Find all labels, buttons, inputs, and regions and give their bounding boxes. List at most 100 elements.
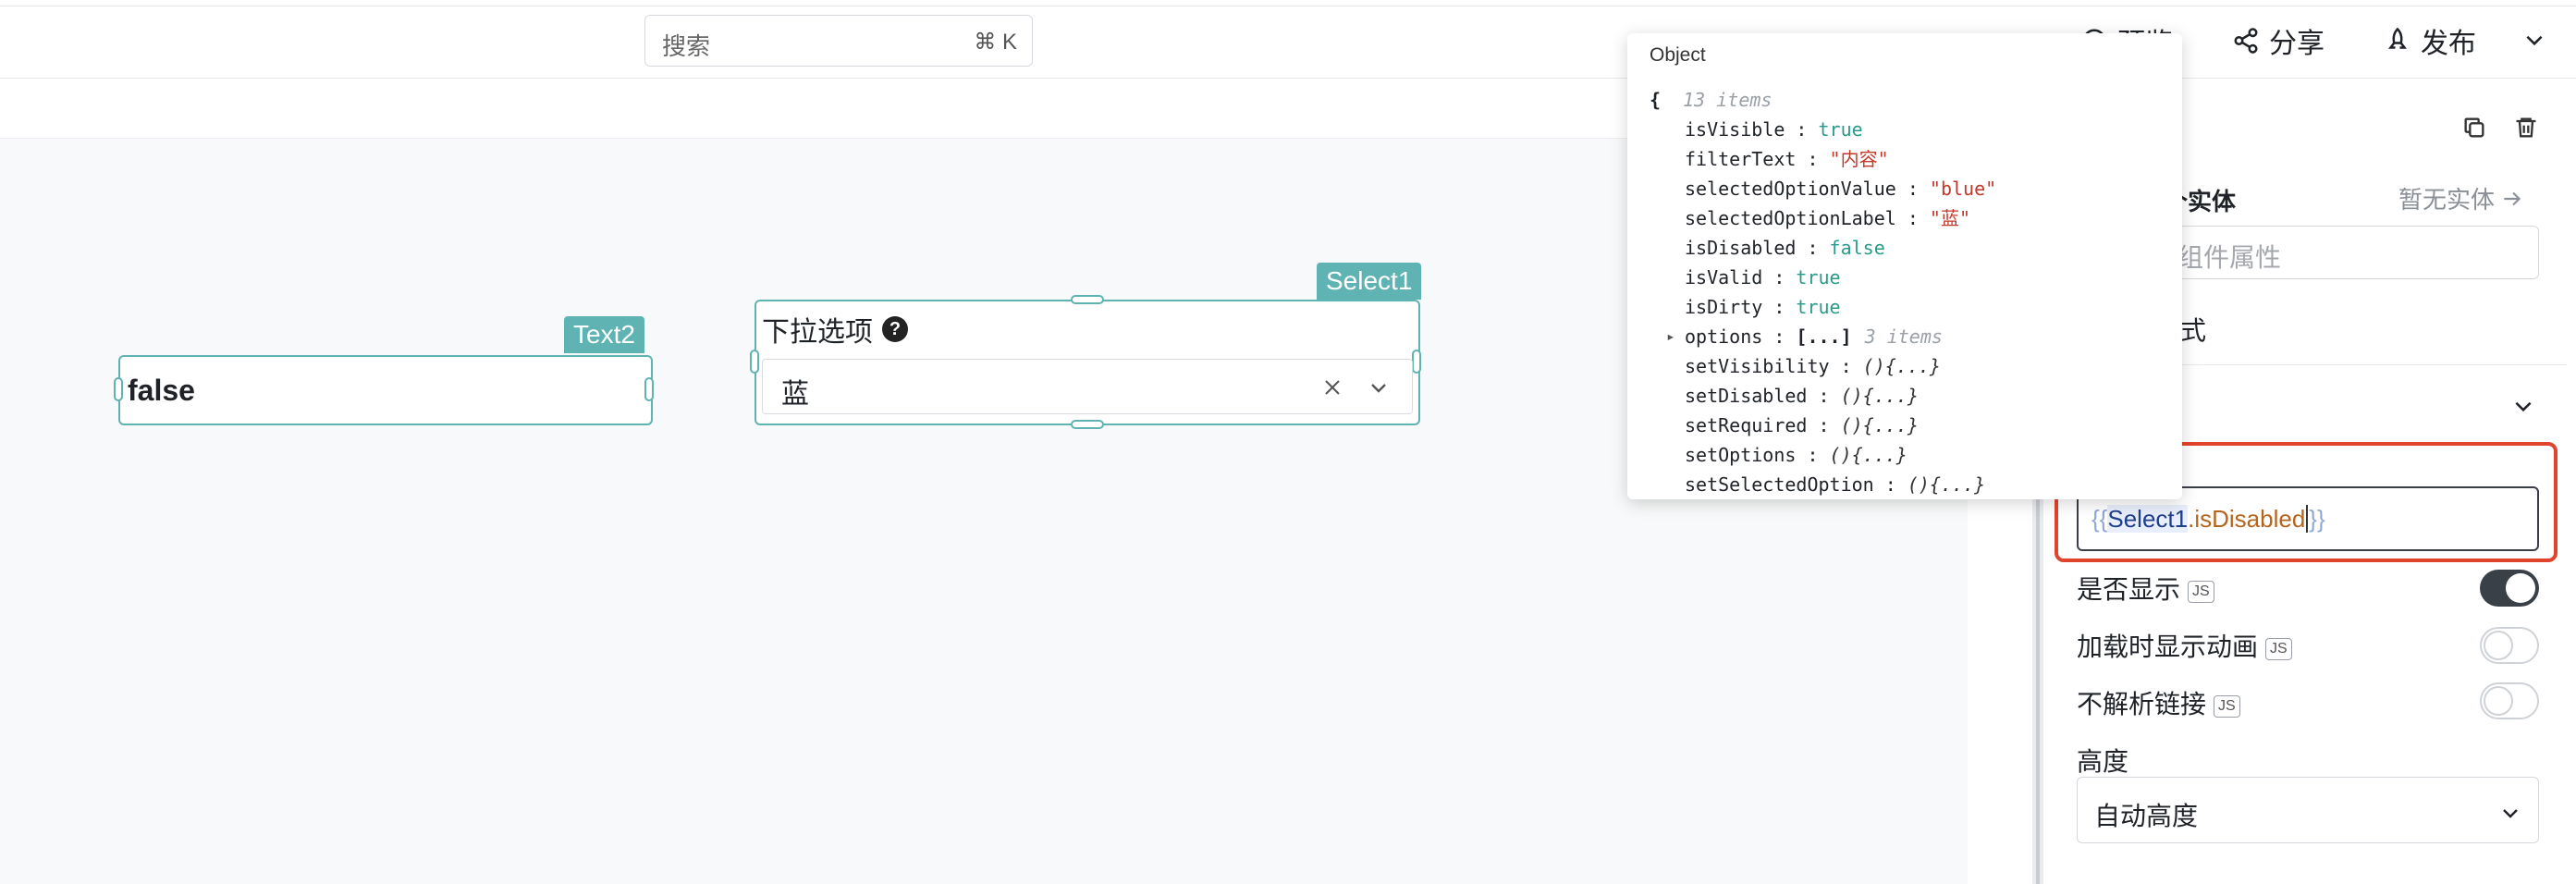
help-icon[interactable]: ?	[882, 316, 908, 342]
text-cursor	[2306, 505, 2309, 533]
row-separator: :	[1762, 266, 1797, 289]
resize-handle-bottom[interactable]	[1071, 420, 1104, 429]
toggle-label: 加载时显示动画	[2077, 632, 2259, 661]
select-label-text: 下拉选项	[762, 317, 873, 348]
resize-handle-left[interactable]	[114, 377, 123, 401]
toggle-label: 是否显示	[2077, 575, 2181, 604]
row-key: isVisible	[1685, 118, 1785, 141]
publish-dropdown-icon[interactable]	[2522, 28, 2546, 56]
object-header: { 13 items	[1650, 85, 2182, 115]
row-separator: :	[1796, 148, 1830, 170]
copy-icon[interactable]	[2461, 115, 2487, 145]
resize-handle-top[interactable]	[1071, 295, 1104, 304]
row-key: isValid	[1685, 266, 1763, 289]
row-key: setRequired	[1685, 414, 1808, 436]
collapse-chevron-icon[interactable]	[2511, 394, 2535, 423]
object-tree: { 13 items isVisible : true filterText : …	[1650, 85, 2182, 499]
search-shortcut: ⌘ K	[974, 30, 1017, 55]
row-value: (){...}	[1862, 355, 1941, 377]
object-inspector-popover: Object { 13 items isVisible : true filter…	[1627, 33, 2182, 499]
row-value: false	[1829, 237, 1885, 259]
select-dropdown[interactable]: 蓝	[762, 359, 1413, 414]
resize-handle-left[interactable]	[750, 350, 759, 374]
row-key: selectedOptionLabel	[1685, 207, 1896, 229]
object-row: setDisabled : (){...}	[1650, 381, 2182, 411]
chevron-down-icon[interactable]	[1368, 376, 1390, 399]
row-key: options	[1685, 325, 1763, 348]
share-label: 分享	[2269, 29, 2325, 59]
toggle-knob	[2484, 631, 2513, 660]
close-braces: }}	[2309, 505, 2325, 533]
attribute-placeholder: 组件属性	[2177, 243, 2282, 272]
toggle-row-links: 不解析链接 JS	[2077, 684, 2240, 721]
resize-handle-right[interactable]	[644, 377, 654, 401]
height-select[interactable]: 自动高度	[2077, 777, 2539, 843]
no-entity-link[interactable]: 暂无实体	[2398, 181, 2524, 215]
row-separator: :	[1762, 296, 1797, 318]
toggle-row-visible: 是否显示 JS	[2077, 570, 2214, 607]
row-value: "蓝"	[1929, 207, 1970, 229]
row-value: (){...}	[1840, 385, 1919, 407]
share-icon	[2234, 28, 2258, 54]
row-separator: :	[1829, 355, 1863, 377]
text2-widget[interactable]: false	[118, 355, 653, 425]
row-key: selectedOptionValue	[1685, 178, 1896, 200]
open-brace: {	[1650, 89, 1662, 111]
row-value: (){...}	[1829, 444, 1907, 466]
select1-tag[interactable]: Select1	[1317, 263, 1422, 300]
publish-button[interactable]: 发布	[2384, 20, 2476, 61]
search-input[interactable]: 搜索 ⌘ K	[644, 15, 1033, 67]
js-badge[interactable]: JS	[2214, 694, 2240, 718]
row-meta: 3 items	[1864, 325, 1943, 348]
arrow-right-icon	[2504, 191, 2521, 205]
binding-ident: Select1	[2107, 505, 2189, 533]
row-key: setOptions	[1685, 444, 1797, 466]
js-badge[interactable]: JS	[2265, 637, 2292, 660]
row-separator: :	[1895, 207, 1930, 229]
text2-tag[interactable]: Text2	[564, 316, 644, 353]
toggle-row-animation: 加载时显示动画 JS	[2077, 627, 2292, 664]
row-separator: :	[1762, 325, 1797, 348]
toggle-knob	[2506, 573, 2535, 603]
expand-triangle-icon[interactable]: ▸	[1666, 322, 1675, 351]
object-row[interactable]: ▸ options : [...] 3 items	[1650, 322, 2182, 351]
js-badge[interactable]: JS	[2188, 580, 2214, 603]
row-value: true	[1818, 118, 1863, 141]
open-braces: {{	[2091, 505, 2108, 533]
resize-handle-right[interactable]	[1412, 350, 1421, 374]
popover-title: Object	[1650, 44, 1706, 66]
search-placeholder: 搜索	[662, 32, 711, 60]
object-row: setRequired : (){...}	[1650, 411, 2182, 440]
row-separator: :	[1807, 414, 1841, 436]
share-button[interactable]: 分享	[2232, 20, 2325, 61]
row-value: (){...}	[1840, 414, 1919, 436]
object-row: isVisible : true	[1650, 115, 2182, 144]
object-rows: isVisible : true filterText : "内容" selecte…	[1650, 115, 2182, 499]
text2-value: false	[128, 374, 195, 407]
no-entity-text: 暂无实体	[2398, 186, 2496, 214]
object-row: setSelectedOption : (){...}	[1650, 470, 2182, 499]
object-row: setOptions : (){...}	[1650, 440, 2182, 470]
binding-prop: .isDisabled	[2188, 505, 2306, 533]
object-row: isDisabled : false	[1650, 233, 2182, 263]
links-toggle[interactable]	[2480, 682, 2539, 719]
row-key: setDisabled	[1685, 385, 1808, 407]
object-row: selectedOptionLabel : "蓝"	[1650, 203, 2182, 233]
rocket-icon	[2388, 27, 2407, 49]
row-separator: :	[1785, 118, 1819, 141]
object-row: isDirty : true	[1650, 292, 2182, 322]
row-value: true	[1796, 296, 1841, 318]
toggle-knob	[2484, 686, 2513, 716]
row-key: isDirty	[1685, 296, 1763, 318]
row-separator: :	[1873, 473, 1907, 496]
clear-icon[interactable]	[1321, 376, 1343, 399]
visible-toggle[interactable]	[2480, 570, 2539, 607]
row-separator: :	[1796, 237, 1830, 259]
toggle-label: 不解析链接	[2077, 690, 2207, 718]
object-row: isValid : true	[1650, 263, 2182, 292]
delete-icon[interactable]	[2513, 115, 2539, 145]
row-separator: :	[1807, 385, 1841, 407]
animation-toggle[interactable]	[2480, 627, 2539, 664]
top-bar	[0, 0, 2576, 79]
height-value: 自动高度	[2094, 802, 2199, 830]
